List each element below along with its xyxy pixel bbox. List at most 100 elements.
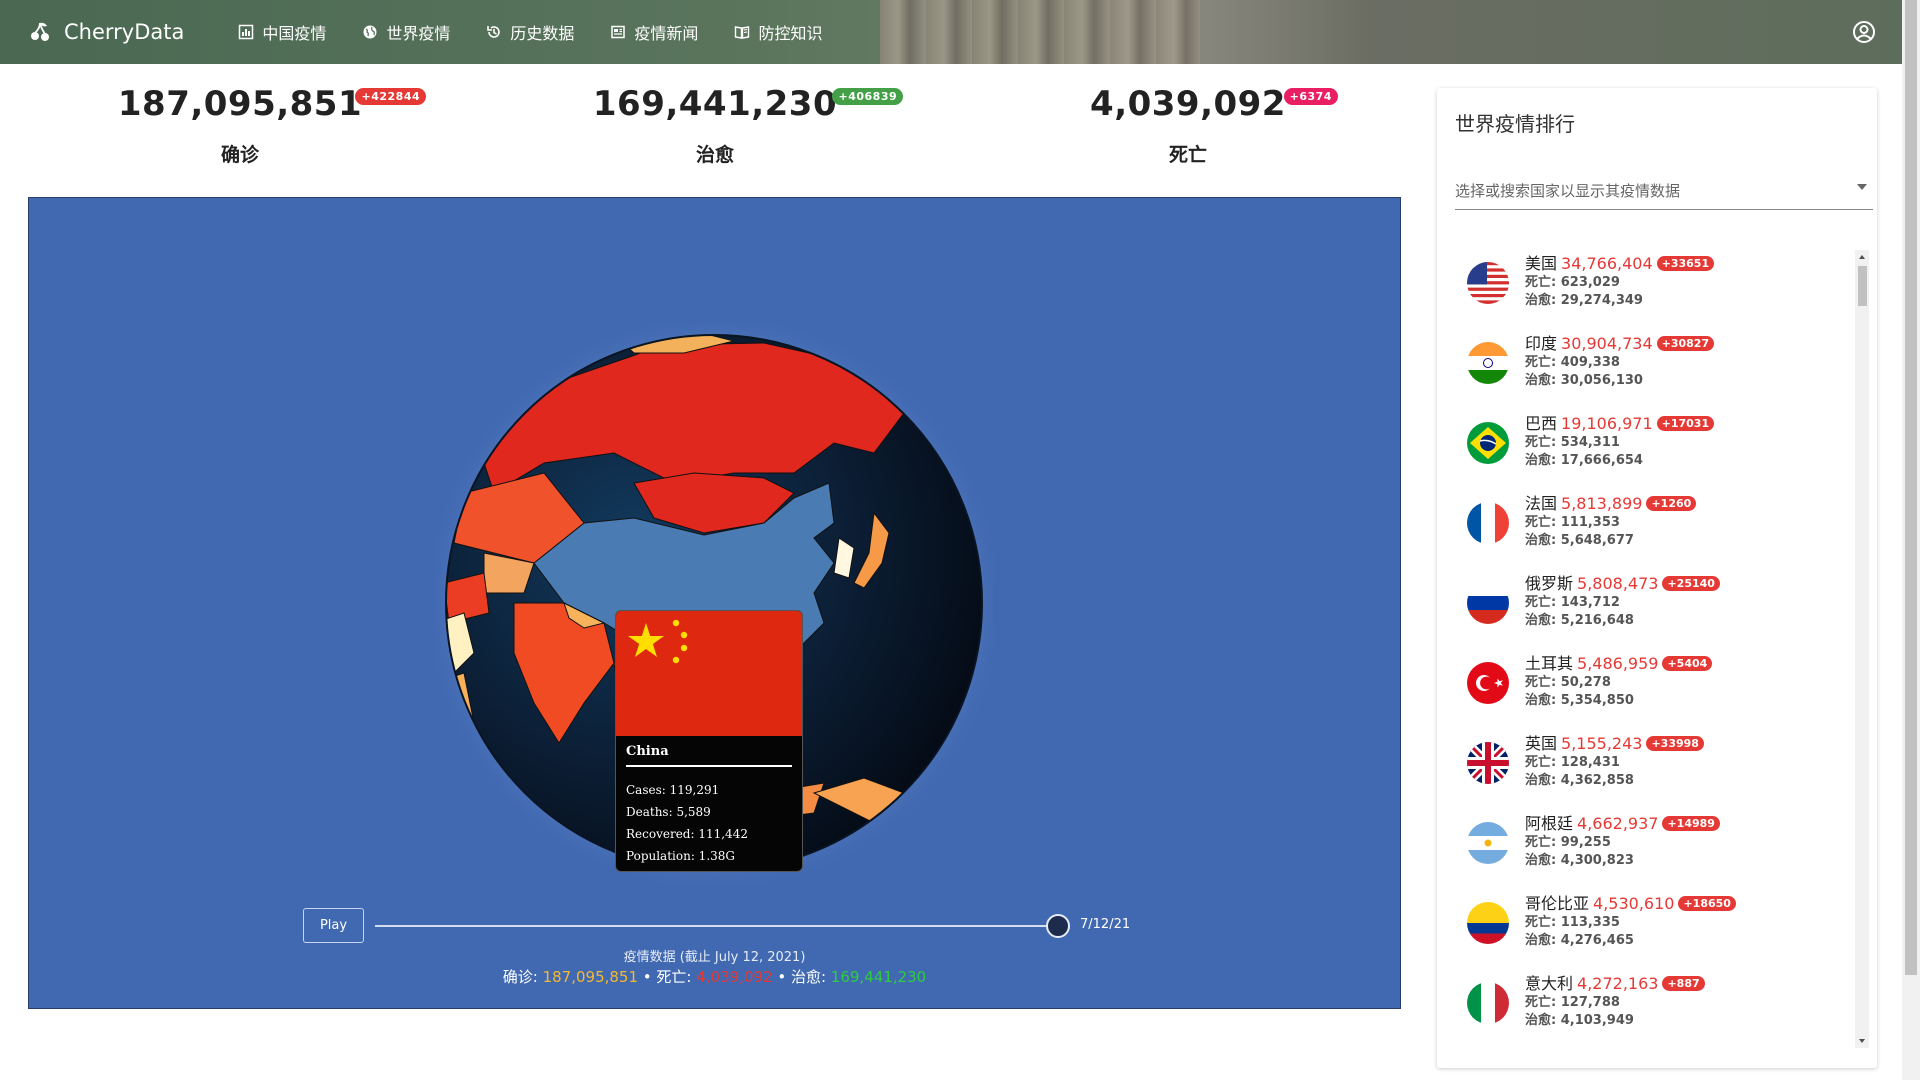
summary-recovered-label: 治愈: — [790, 968, 831, 986]
country-tooltip: China Cases: 119,291 Deaths: 5,589 Recov… — [615, 610, 803, 872]
increase-badge: +1260 — [1646, 496, 1697, 511]
russia-flag-icon — [1467, 582, 1509, 624]
country-deaths: 死亡: 534,311 — [1525, 435, 1620, 450]
tooltip-cases: Cases: 119,291 — [626, 783, 720, 797]
country-select[interactable]: 选择或搜索国家以显示其疫情数据 — [1455, 168, 1873, 210]
world-ranking-card: 世界疫情排行 选择或搜索国家以显示其疫情数据 美国 34,766,404 +3365… — [1437, 88, 1877, 1068]
nav-knowledge[interactable]: 防控知识 — [734, 20, 822, 44]
increase-badge: +5404 — [1662, 656, 1713, 671]
timeline-slider[interactable] — [375, 925, 1067, 927]
increase-badge: +30827 — [1656, 336, 1715, 351]
country-deaths: 死亡: 128,431 — [1525, 755, 1620, 770]
nav-label: 防控知识 — [758, 24, 823, 43]
list-item[interactable]: 美国 34,766,404 +33651 死亡: 623,029 治愈: 29,27… — [1455, 250, 1845, 330]
chevron-down-icon[interactable] — [1857, 184, 1867, 190]
country-deaths: 死亡: 409,338 — [1525, 355, 1620, 370]
increase-badge: +33998 — [1646, 736, 1704, 751]
country-deaths: 死亡: 50,278 — [1525, 675, 1611, 690]
confirmed-increase-badge: +422844 — [355, 88, 427, 105]
deaths-increase-badge: +6374 — [1283, 88, 1338, 105]
deaths-value: 4,039,092 +6374 — [1090, 84, 1338, 124]
newspaper-icon — [611, 25, 626, 39]
increase-badge: +17031 — [1656, 416, 1715, 431]
list-item[interactable]: 俄罗斯 5,808,473 +25140 死亡: 143,712 治愈: 5,216… — [1455, 570, 1845, 650]
country-recovered: 治愈: 30,056,130 — [1525, 373, 1643, 388]
book-icon — [735, 26, 750, 39]
nav-china[interactable]: 中国疫情 — [238, 20, 326, 44]
ranking-list: 美国 34,766,404 +33651 死亡: 623,029 治愈: 29,27… — [1455, 250, 1855, 1042]
nav-label: 中国疫情 — [262, 24, 327, 43]
list-item[interactable]: 巴西 19,106,971 +17031 死亡: 534,311 治愈: 17,66… — [1455, 410, 1845, 490]
summary-confirmed-value: 187,095,851 — [542, 968, 639, 986]
recovered-increase-badge: +406839 — [832, 88, 904, 105]
cherry-logo-icon — [31, 22, 49, 41]
increase-badge: +33651 — [1656, 256, 1715, 271]
country-deaths: 死亡: 111,353 — [1525, 515, 1620, 530]
app-bar: CherryData 中国疫情 世界疫情 历史数据 疫情新闻 防控知识 — [0, 0, 1902, 64]
us-flag-icon — [1467, 262, 1509, 304]
ranking-scrollbar[interactable] — [1855, 250, 1869, 1048]
history-icon — [487, 26, 501, 38]
page-scrollbar[interactable] — [1902, 0, 1920, 1080]
scroll-down-arrow-icon[interactable] — [1859, 1039, 1865, 1043]
timeline-slider-handle[interactable] — [1046, 914, 1070, 938]
summary-separator: • — [772, 968, 791, 986]
country-deaths: 死亡: 99,255 — [1525, 835, 1611, 850]
country-deaths: 死亡: 143,712 — [1525, 595, 1620, 610]
nav-news[interactable]: 疫情新闻 — [610, 20, 698, 44]
increase-badge: +14989 — [1662, 816, 1720, 831]
tooltip-country: China — [626, 744, 792, 767]
uk-flag-icon — [1467, 742, 1509, 784]
page-scrollbar-thumb[interactable] — [1905, 0, 1917, 975]
list-item[interactable]: 意大利 4,272,163 +887 死亡: 127,788 治愈: 4,103,9… — [1455, 970, 1845, 1042]
recovered-label: 治愈 — [695, 144, 734, 166]
brazil-flag-icon — [1467, 422, 1509, 464]
summary-separator: • — [638, 968, 657, 986]
list-item[interactable]: 印度 30,904,734 +30827 死亡: 409,338 治愈: 30,05… — [1455, 330, 1845, 410]
play-button[interactable]: Play — [303, 908, 364, 943]
nav-history[interactable]: 历史数据 — [486, 20, 574, 44]
list-item[interactable]: 土耳其 5,486,959 +5404 死亡: 50,278 治愈: 5,354,8… — [1455, 650, 1845, 730]
list-item[interactable]: 哥伦比亚 4,530,610 +18650 死亡: 113,335 治愈: 4,27… — [1455, 890, 1845, 970]
argentina-flag-icon — [1467, 822, 1509, 864]
stat-confirmed: 187,095,851 +422844 确诊 — [110, 84, 427, 167]
confirmed-label: 确诊 — [220, 144, 259, 166]
country-deaths: 死亡: 127,788 — [1525, 995, 1620, 1010]
colombia-flag-icon — [1467, 902, 1509, 944]
country-recovered: 治愈: 29,274,349 — [1525, 293, 1643, 308]
summary-deaths-value: 4,039,092 — [696, 968, 773, 986]
brand[interactable]: CherryData — [28, 20, 184, 44]
country-recovered: 治愈: 5,648,677 — [1525, 533, 1634, 548]
country-select-placeholder: 选择或搜索国家以显示其疫情数据 — [1455, 182, 1681, 200]
tooltip-deaths: Deaths: 5,589 — [626, 805, 711, 819]
stat-recovered: 169,441,230 +406839 治愈 — [584, 84, 904, 167]
bar-chart-icon — [239, 24, 254, 40]
turkey-flag-icon — [1467, 662, 1509, 704]
account-icon[interactable] — [1852, 20, 1876, 44]
tooltip-population: Population: 1.38G — [626, 849, 735, 863]
list-item[interactable]: 法国 5,813,899 +1260 死亡: 111,353 治愈: 5,648,6… — [1455, 490, 1845, 570]
recovered-value: 169,441,230 +406839 — [593, 84, 904, 124]
nav-label: 疫情新闻 — [634, 24, 699, 43]
main-nav: 中国疫情 世界疫情 历史数据 疫情新闻 防控知识 — [220, 20, 840, 44]
stat-deaths: 4,039,092 +6374 死亡 — [1083, 84, 1338, 167]
country-recovered: 治愈: 4,276,465 — [1525, 933, 1634, 948]
scrollbar-thumb[interactable] — [1858, 266, 1867, 306]
scroll-up-arrow-icon[interactable] — [1859, 255, 1865, 259]
country-deaths: 死亡: 113,335 — [1525, 915, 1620, 930]
nav-world[interactable]: 世界疫情 — [362, 20, 450, 44]
italy-flag-icon — [1467, 982, 1509, 1024]
summary-confirmed-label: 确诊: — [502, 968, 543, 986]
map-caption: 疫情数据 (截止 July 12, 2021) — [623, 950, 806, 965]
india-flag-icon — [1467, 342, 1509, 384]
country-recovered: 治愈: 5,354,850 — [1525, 693, 1634, 708]
increase-badge: +887 — [1662, 976, 1705, 991]
country-recovered: 治愈: 4,300,823 — [1525, 853, 1634, 868]
ranking-title: 世界疫情排行 — [1455, 112, 1575, 136]
list-item[interactable]: 英国 5,155,243 +33998 死亡: 128,431 治愈: 4,362,… — [1455, 730, 1845, 810]
country-recovered: 治愈: 5,216,648 — [1525, 613, 1634, 628]
timeline-date: 7/12/21 — [1080, 917, 1131, 932]
increase-badge: +25140 — [1662, 576, 1720, 591]
list-item[interactable]: 阿根廷 4,662,937 +14989 死亡: 99,255 治愈: 4,300,… — [1455, 810, 1845, 890]
country-deaths: 死亡: 623,029 — [1525, 275, 1620, 290]
